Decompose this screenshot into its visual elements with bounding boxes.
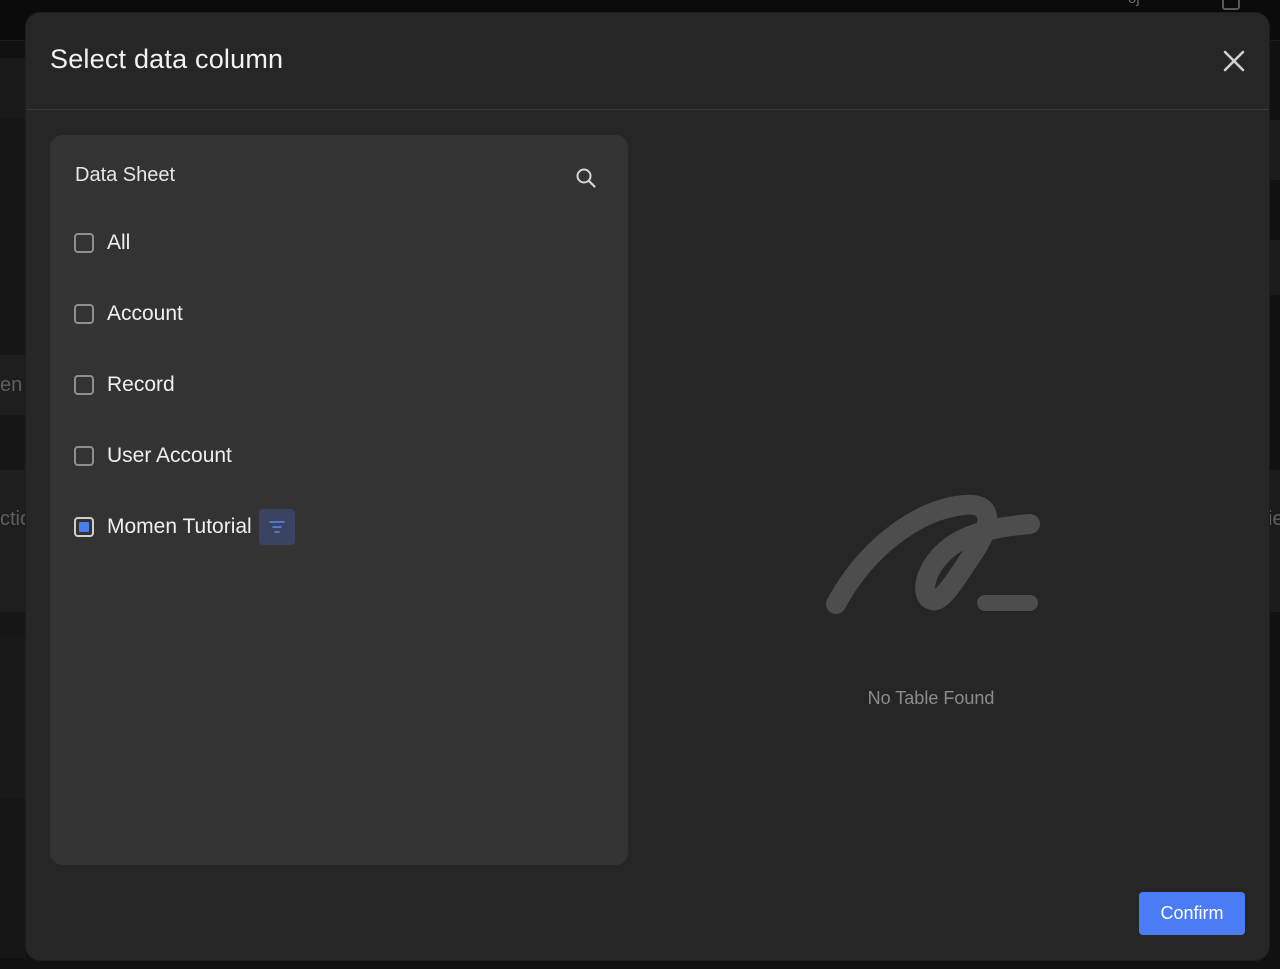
dialog-title: Select data column [50, 44, 284, 74]
background-strip [0, 636, 26, 798]
list-item-user-account[interactable]: User Account [74, 441, 232, 471]
search-icon [576, 168, 596, 188]
confirm-button[interactable]: Confirm [1139, 892, 1245, 935]
list-item-label: Momen Tutorial [107, 515, 252, 538]
checkbox[interactable] [74, 233, 94, 253]
list-item-record[interactable]: Record [74, 370, 175, 400]
data-sheet-panel: Data Sheet All Account Record User Accou… [50, 135, 628, 865]
close-button[interactable] [1219, 48, 1249, 76]
list-item-label: Account [107, 302, 183, 325]
filter-icon [268, 521, 285, 533]
background-text: ie [1268, 508, 1280, 530]
empty-state-text: No Table Found [867, 688, 995, 708]
background-right-strip [1269, 470, 1280, 612]
search-button[interactable] [574, 166, 598, 190]
close-icon [1223, 50, 1245, 72]
dialog-header: Select data column [26, 13, 1269, 110]
list-item-all[interactable]: All [74, 228, 130, 258]
checkbox-indeterminate[interactable] [74, 517, 94, 537]
background-text: ctic [0, 508, 26, 530]
background-top-icon [1222, 0, 1240, 10]
list-item-momen-tutorial[interactable]: Momen Tutorial [74, 509, 295, 545]
background-text: en [0, 374, 23, 396]
background-top-text: oj [1128, 0, 1140, 7]
checkbox[interactable] [74, 375, 94, 395]
filter-button[interactable] [258, 509, 295, 545]
background-right-strip [1269, 120, 1280, 180]
list-item-account[interactable]: Account [74, 299, 183, 329]
list-item-label: All [107, 231, 131, 254]
list-item-label: User Account [107, 444, 232, 467]
checkbox[interactable] [74, 304, 94, 324]
background-right-strip [1269, 240, 1280, 295]
background-strip [0, 58, 26, 118]
panel-title: Data Sheet [75, 164, 176, 186]
checkbox[interactable] [74, 446, 94, 466]
background-strip [0, 470, 26, 612]
list-item-label: Record [107, 373, 175, 396]
empty-scribble-icon [826, 494, 1040, 614]
select-data-column-dialog: Select data column Data Sheet All Accoun… [26, 13, 1269, 960]
